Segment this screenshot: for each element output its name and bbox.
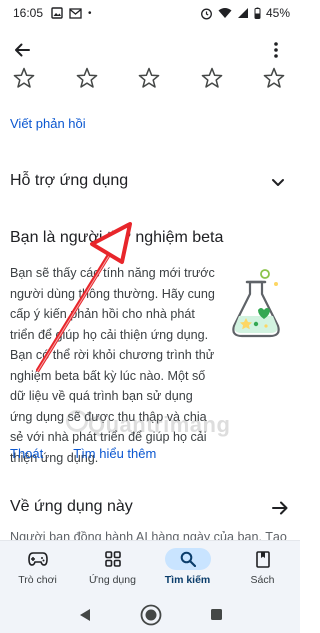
back-button[interactable] bbox=[8, 36, 36, 64]
beta-actions: Thoát Tìm hiểu thêm bbox=[10, 446, 156, 461]
battery-level: 45% bbox=[265, 6, 290, 20]
star-2-icon[interactable] bbox=[75, 66, 99, 90]
chevron-down-icon[interactable] bbox=[268, 172, 288, 192]
beta-tester-heading: Bạn là người thử nghiệm beta bbox=[10, 229, 224, 246]
search-icon bbox=[180, 551, 196, 567]
system-recents-icon[interactable] bbox=[210, 608, 223, 621]
app-support-heading[interactable]: Hỗ trợ ứng dụng bbox=[10, 172, 128, 190]
status-time: 16:05 bbox=[13, 6, 44, 20]
star-3-icon[interactable] bbox=[137, 66, 161, 90]
rating-stars bbox=[10, 66, 290, 92]
more-options-button[interactable] bbox=[266, 36, 286, 64]
alarm-icon bbox=[201, 8, 212, 19]
star-4-icon[interactable] bbox=[200, 66, 224, 90]
system-home-icon[interactable] bbox=[140, 604, 162, 626]
learn-more-link[interactable]: Tìm hiểu thêm bbox=[73, 446, 156, 461]
nav-label-search: Tìm kiếm bbox=[164, 574, 211, 586]
arrow-forward-icon[interactable] bbox=[270, 498, 290, 518]
nav-item-books[interactable]: Sách bbox=[227, 541, 299, 596]
about-app-heading[interactable]: Về ứng dụng này bbox=[10, 498, 133, 516]
gallery-notification-icon bbox=[51, 7, 63, 19]
watermark-logo-icon bbox=[66, 410, 88, 432]
star-1-icon[interactable] bbox=[12, 66, 36, 90]
top-app-bar bbox=[0, 30, 300, 70]
system-navigation-bar bbox=[0, 596, 300, 633]
back-arrow-icon bbox=[15, 43, 30, 57]
gmail-notification-icon bbox=[69, 7, 82, 19]
status-bar: 16:05 • 45% bbox=[0, 0, 300, 26]
nav-label-apps: Ứng dụng bbox=[89, 574, 136, 586]
battery-icon bbox=[254, 7, 261, 19]
bottom-navigation: Trò chơi Ứng dụng Tìm kiếm Sách bbox=[0, 540, 300, 596]
write-review-link[interactable]: Viết phản hồi bbox=[10, 116, 86, 131]
system-back-icon[interactable] bbox=[78, 608, 92, 622]
nav-label-games: Trò chơi bbox=[18, 574, 57, 586]
beta-flask-illustration-icon bbox=[232, 269, 280, 338]
nav-label-books: Sách bbox=[250, 574, 275, 586]
nav-item-games[interactable]: Trò chơi bbox=[2, 541, 74, 596]
wifi-icon bbox=[218, 8, 232, 18]
book-icon bbox=[255, 550, 270, 568]
more-vert-icon bbox=[274, 42, 278, 58]
signal-icon bbox=[237, 8, 248, 18]
watermark: Quantrimang bbox=[88, 412, 231, 437]
star-5-icon[interactable] bbox=[262, 66, 286, 90]
more-notifications-icon: • bbox=[88, 7, 92, 19]
leave-beta-button[interactable]: Thoát bbox=[10, 446, 43, 461]
nav-item-search[interactable]: Tìm kiếm bbox=[152, 541, 224, 596]
apps-grid-icon bbox=[104, 551, 121, 567]
nav-item-apps[interactable]: Ứng dụng bbox=[77, 541, 149, 596]
gamepad-icon bbox=[27, 552, 48, 566]
